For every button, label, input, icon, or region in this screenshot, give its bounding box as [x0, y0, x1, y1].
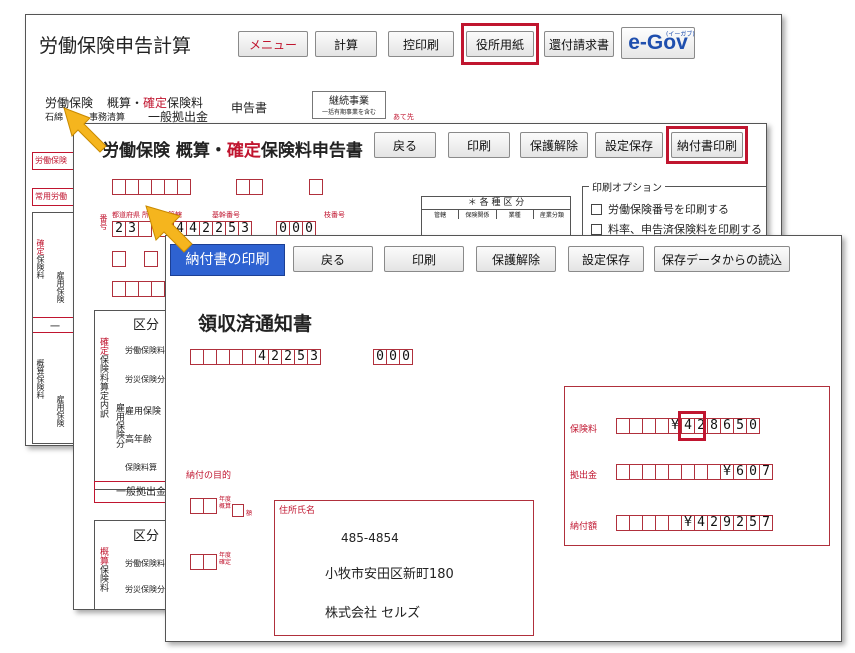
slip-back-button[interactable]: 戻る	[293, 246, 373, 272]
branch-boxes: 000	[373, 349, 413, 365]
kyoshutsu-boxes: ¥6 0 7	[616, 464, 773, 480]
nofu-label: 納付額	[570, 522, 598, 532]
slip-unprotect-button[interactable]: 保護解除	[476, 246, 556, 272]
row2-labor-premium: 労働保険料	[125, 559, 165, 568]
dash-row: 一	[33, 317, 77, 333]
postal-code: 485-4854	[341, 531, 399, 545]
num-label: 番号	[99, 214, 108, 230]
pointer-arrow-2	[145, 205, 193, 253]
top-boxes-3	[309, 179, 323, 195]
address-text: 小牧市安田区新町180	[325, 567, 454, 582]
hokenryo-label: 保険料	[570, 425, 598, 435]
keizoku-box: 継続事業 一括有期事業を含む	[312, 91, 386, 119]
ippan-row: 一般拠出金	[94, 481, 169, 503]
checkbox-labor-number[interactable]	[591, 203, 602, 215]
nendo-gaisan-label: 年度概算	[219, 496, 232, 510]
payment-slip-highlight	[666, 126, 748, 164]
nendo-mark: 額	[246, 510, 253, 517]
gaisan-table: 概算保険料 区分 労働保険料 労災保険分	[94, 520, 171, 609]
v-gaisan: 概算保険料	[36, 359, 45, 399]
slip-save-settings-button[interactable]: 設定保存	[568, 246, 644, 272]
nendo-gaisan-boxes	[190, 498, 217, 514]
atesaki-label: あて先	[393, 113, 414, 121]
kubun-table: ＊ 各 種 区 分 管轄 保険関係 業種 産業分類	[421, 196, 571, 238]
kubun2-header: 区分	[133, 529, 160, 544]
egov-ruby: (イーガブ)	[666, 31, 695, 38]
menu-button[interactable]: メニュー	[238, 31, 308, 57]
form-line-1-suffix: 申告書	[231, 101, 268, 115]
yen-highlight	[678, 411, 706, 441]
nendo-gaisan-box-2	[232, 504, 244, 517]
back-button[interactable]: 戻る	[374, 132, 436, 158]
declaration-title: 労働保険 概算・確定保険料申告書	[102, 141, 363, 161]
left-table: 確定保険料 雇用保険 一 概算保険料 雇用保険	[32, 212, 78, 444]
load-saved-data-button[interactable]: 保存データからの読込	[654, 246, 790, 272]
nendo-kakutei-boxes	[190, 554, 217, 570]
top-boxes-2	[236, 179, 263, 195]
save-settings-button[interactable]: 設定保存	[595, 132, 663, 158]
egov-button[interactable]: e-Gov (イーガブ)	[621, 27, 695, 59]
kakutei-table: 確定保険料算定内訳 雇用保険分 区分 労働保険料 労災保険分 雇用保険 高年齢 …	[94, 310, 171, 490]
calculate-button[interactable]: 計算	[315, 31, 377, 57]
row-labor-premium: 労働保険料	[125, 346, 165, 355]
row-kounenrei: 高年齢	[125, 435, 153, 445]
purpose-label: 納付の目的	[186, 471, 232, 481]
kubun-header: 区分	[133, 318, 160, 333]
v-gaisan-label: 概算保険料	[98, 547, 108, 592]
code-boxes: 42253	[190, 349, 321, 365]
company-name: 株式会社 セルズ	[325, 606, 421, 621]
row-premium-calc: 保険料算	[125, 463, 157, 472]
print-copy-button[interactable]: 控印刷	[388, 31, 454, 57]
row-koyou: 雇用保険	[125, 407, 162, 417]
v-koyou: 雇用保険	[56, 271, 65, 303]
row2-rousai: 労災保険分	[125, 585, 165, 594]
main-window-title: 労働保険申告計算	[39, 35, 192, 57]
print-options-title: 印刷オプション	[589, 179, 665, 194]
office-form-highlight	[461, 23, 539, 65]
row-rousai: 労災保険分	[125, 375, 165, 384]
address-label: 住所氏名	[279, 506, 316, 516]
top-boxes-1	[112, 179, 191, 195]
v-koyou-2: 雇用保険	[56, 395, 65, 427]
nendo-kakutei-label: 年度確定	[219, 552, 232, 566]
slip-print-button[interactable]: 印刷	[384, 246, 464, 272]
refund-request-button[interactable]: 還付請求書	[544, 31, 614, 57]
unprotect-button[interactable]: 保護解除	[520, 132, 588, 158]
nofu-boxes: ¥4 2 9257	[616, 515, 773, 531]
mid-boxes-1	[112, 251, 126, 267]
v-kakutei: 確定保険料	[36, 239, 45, 279]
slip-heading: 領収済通知書	[198, 313, 313, 335]
option-labor-number[interactable]: 労働保険番号を印刷する	[591, 201, 729, 217]
payment-slip-window: 納付書の印刷 戻る 印刷 保護解除 設定保存 保存データからの読込 領収済通知書…	[165, 235, 842, 642]
print-button[interactable]: 印刷	[448, 132, 510, 158]
checkbox-rate[interactable]	[591, 223, 602, 235]
pointer-arrow-1	[63, 107, 107, 153]
v-kakutei-label: 確定保険料算定内訳	[98, 337, 108, 418]
kyoshutsu-label: 拠出金	[570, 471, 598, 481]
address-box: 住所氏名 485-4854 小牧市安田区新町180 株式会社 セルズ	[274, 500, 534, 636]
